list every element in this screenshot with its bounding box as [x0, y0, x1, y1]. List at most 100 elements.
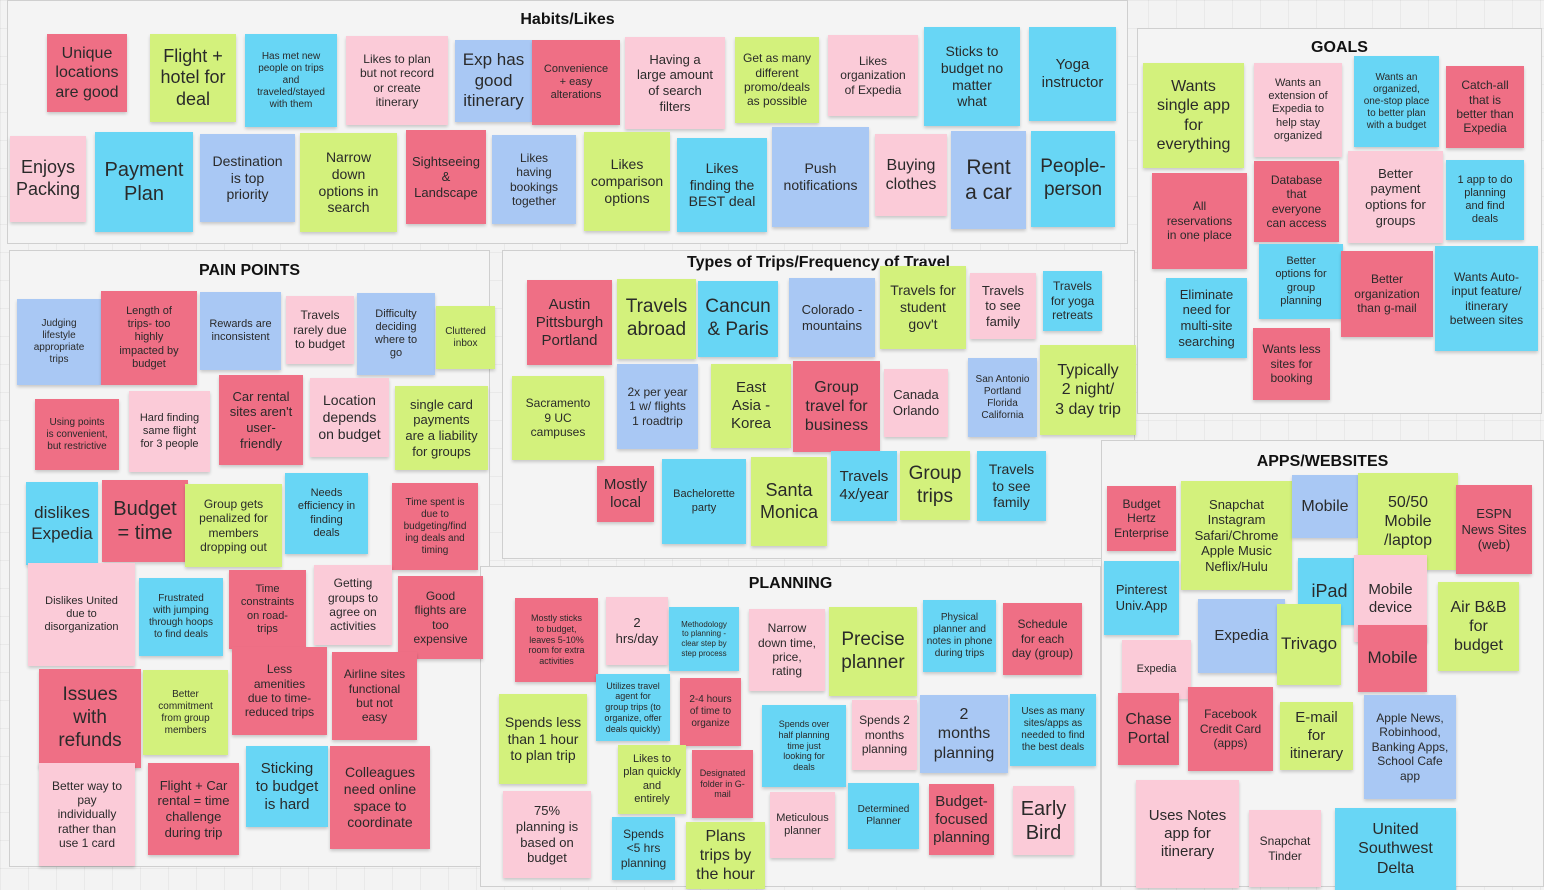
sticky-note-dislikes-united-due-to-disorganization[interactable]: Dislikes United due to disorganization	[28, 563, 135, 666]
sticky-note-exp-has-good-itinerary[interactable]: Exp has good itinerary	[455, 40, 532, 122]
sticky-note-time-spent-is-due-to-budgeting-find-ing-[interactable]: Time spent is due to budgeting/find ing …	[392, 483, 478, 570]
sticky-note-plans-trips-by-the-hour[interactable]: Plans trips by the hour	[686, 822, 765, 889]
sticky-note-trivago[interactable]: Trivago	[1277, 604, 1341, 685]
sticky-note-likes-organization-of-expedia[interactable]: Likes organization of Expedia	[828, 35, 918, 116]
sticky-note-typically-2-night-3-day-trip[interactable]: Typically 2 night/ 3 day trip	[1040, 345, 1136, 435]
sticky-note-wants-single-app-for-everything[interactable]: Wants single app for everything	[1143, 63, 1244, 168]
sticky-note-judging-lifestyle-appropriate-trips[interactable]: Judging lifestyle appropriate trips	[17, 299, 101, 385]
sticky-note-using-points-is-convenient-but-restricti[interactable]: Using points is convenient, but restrict…	[35, 399, 119, 470]
sticky-note-less-amenities-due-to-time-reduced-trips[interactable]: Less amenities due to time- reduced trip…	[232, 647, 327, 735]
sticky-note-austin-pittsburgh-portland[interactable]: Austin Pittsburgh Portland	[527, 280, 612, 365]
sticky-note-all-reservations-in-one-place[interactable]: All reservations in one place	[1152, 173, 1247, 269]
sticky-note-budget-time[interactable]: Budget = time	[102, 480, 188, 562]
sticky-note-espn-news-sites-web[interactable]: ESPN News Sites (web)	[1456, 485, 1532, 574]
sticky-note-likes-comparison-options[interactable]: Likes comparison options	[584, 132, 670, 231]
sticky-note-better-options-for-group-planning[interactable]: Better options for group planning	[1259, 244, 1343, 319]
sticky-note-has-met-new-people-on-trips-and-traveled[interactable]: Has met new people on trips and traveled…	[245, 34, 337, 127]
sticky-note-designated-folder-in-g-mail[interactable]: Designated folder in G- mail	[692, 750, 753, 818]
sticky-note-payment-plan[interactable]: Payment Plan	[95, 132, 193, 232]
sticky-note-travels-abroad[interactable]: Travels abroad	[617, 279, 696, 359]
sticky-note-schedule-for-each-day-group[interactable]: Schedule for each day (group)	[1003, 603, 1082, 675]
sticky-note-enjoys-packing[interactable]: Enjoys Packing	[10, 136, 86, 222]
sticky-note-likes-finding-the-best-deal[interactable]: Likes finding the BEST deal	[677, 138, 767, 232]
sticky-note-better-way-to-pay-individually-rather-th[interactable]: Better way to pay individually rather th…	[39, 763, 135, 866]
sticky-note-mobile[interactable]: Mobile	[1358, 625, 1427, 692]
sticky-note-methodology-to-planning-clear-step-by-st[interactable]: Methodology to planning - clear step by …	[669, 607, 739, 671]
sticky-note-facebook-credit-card-apps[interactable]: Facebook Credit Card (apps)	[1188, 687, 1273, 771]
sticky-note-physical-planner-and-notes-in-phone-duri[interactable]: Physical planner and notes in phone duri…	[923, 600, 996, 672]
sticky-note-likes-to-plan-but-not-record-or-create-i[interactable]: Likes to plan but not record or create i…	[346, 36, 448, 125]
sticky-note-travels-to-see-family[interactable]: Travels to see family	[977, 451, 1046, 521]
sticky-note-narrow-down-options-in-search[interactable]: Narrow down options in search	[300, 133, 397, 232]
sticky-note-uses-notes-app-for-itinerary[interactable]: Uses Notes app for itinerary	[1136, 780, 1239, 888]
sticky-note-colleagues-need-online-space-to-coordina[interactable]: Colleagues need online space to coordina…	[330, 746, 430, 849]
sticky-note-travels-for-yoga-retreats[interactable]: Travels for yoga retreats	[1043, 271, 1102, 331]
sticky-note-travels-to-see-family[interactable]: Travels to see family	[970, 273, 1036, 339]
sticky-note-spends-2-months-planning[interactable]: Spends 2 months planning	[852, 700, 917, 770]
sticky-note-single-card-payments-are-a-liability-for[interactable]: single card payments are a liability for…	[395, 386, 488, 470]
sticky-note-rent-a-car[interactable]: Rent a car	[951, 131, 1026, 229]
sticky-note-east-asia-korea[interactable]: East Asia - Korea	[711, 364, 791, 448]
sticky-note-mostly-local[interactable]: Mostly local	[597, 466, 654, 522]
sticky-note-group-gets-penalized-for-members-droppin[interactable]: Group gets penalized for members droppin…	[185, 484, 282, 567]
sticky-note-pinterest-univ-app[interactable]: Pinterest Univ.App	[1104, 561, 1179, 635]
sticky-note-buying-clothes[interactable]: Buying clothes	[875, 134, 947, 216]
sticky-note-destination-is-top-priority[interactable]: Destination is top priority	[200, 134, 295, 222]
sticky-note-hard-finding-same-flight-for-3-people[interactable]: Hard finding same flight for 3 people	[129, 391, 210, 472]
sticky-note-narrow-down-time-price-rating[interactable]: Narrow down time, price, rating	[749, 609, 825, 691]
sticky-note-expedia[interactable]: Expedia	[1198, 599, 1285, 673]
sticky-note-time-constraints-on-road-trips[interactable]: Time constraints on road- trips	[229, 570, 306, 649]
sticky-note-length-of-trips-too-highly-impacted-by-b[interactable]: Length of trips- too highly impacted by …	[101, 291, 197, 385]
sticky-note-canada-orlando[interactable]: Canada Orlando	[884, 369, 948, 437]
sticky-note-better-payment-options-for-groups[interactable]: Better payment options for groups	[1348, 151, 1443, 243]
sticky-note-expedia[interactable]: Expedia	[1122, 640, 1191, 699]
sticky-note-spends-over-half-planning-time-just-look[interactable]: Spends over half planning time just look…	[762, 705, 846, 787]
sticky-note-budget-focused-planning[interactable]: Budget- focused planning	[929, 784, 994, 855]
sticky-note-bachelorette-party[interactable]: Bachelorette party	[662, 459, 746, 544]
sticky-note-group-trips[interactable]: Group trips	[900, 451, 970, 520]
sticky-note-united-southwest-delta[interactable]: United Southwest Delta	[1335, 808, 1456, 890]
sticky-note-airline-sites-functional-but-not-easy[interactable]: Airline sites functional but not easy	[332, 652, 417, 740]
sticky-note-group-travel-for-business[interactable]: Group travel for business	[793, 361, 880, 452]
sticky-note-likes-to-plan-quickly-and-entirely[interactable]: Likes to plan quickly and entirely	[618, 745, 686, 814]
sticky-note-flight-hotel-for-deal[interactable]: Flight + hotel for deal	[150, 34, 236, 122]
sticky-note-1-app-to-do-planning-and-find-deals[interactable]: 1 app to do planning and find deals	[1446, 160, 1524, 240]
sticky-note-san-antonio-portland-florida-california[interactable]: San Antonio Portland Florida California	[968, 358, 1037, 437]
sticky-note-precise-planner[interactable]: Precise planner	[829, 607, 917, 696]
whiteboard-canvas[interactable]: Habits/Likes GOALS PAIN POINTS Types of Tri…	[0, 0, 1544, 890]
sticky-note-sightseeing-landscape[interactable]: Sightseeing & Landscape	[406, 130, 486, 224]
sticky-note-flight-car-rental-time-challenge-during-[interactable]: Flight + Car rental = time challenge dur…	[148, 763, 239, 855]
sticky-note-uses-as-many-sites-apps-as-needed-to-fin[interactable]: Uses as many sites/apps as needed to fin…	[1010, 694, 1096, 766]
sticky-note-convenience-easy-alterations[interactable]: Convenience + easy alterations	[532, 40, 620, 125]
sticky-note-sticks-to-budget-no-matter-what[interactable]: Sticks to budget no matter what	[924, 27, 1020, 126]
sticky-note-early-bird[interactable]: Early Bird	[1013, 786, 1074, 855]
sticky-note-yoga-instructor[interactable]: Yoga instructor	[1029, 27, 1116, 121]
sticky-note-mobile[interactable]: Mobile	[1292, 475, 1358, 538]
sticky-note-travels-rarely-due-to-budget[interactable]: Travels rarely due to budget	[286, 296, 354, 364]
sticky-note-issues-with-refunds[interactable]: Issues with refunds	[39, 669, 141, 768]
sticky-note-frustrated-with-jumping-through-hoops-to[interactable]: Frustrated with jumping through hoops to…	[139, 578, 223, 656]
sticky-note-push-notifications[interactable]: Push notifications	[772, 127, 869, 227]
sticky-note-colorado-mountains[interactable]: Colorado - mountains	[789, 278, 875, 357]
sticky-note-snapchat-instagram-safari-chrome-apple-m[interactable]: Snapchat Instagram Safari/Chrome Apple M…	[1181, 481, 1292, 590]
sticky-note-sacramento-9-uc-campuses[interactable]: Sacramento 9 UC campuses	[512, 376, 604, 460]
sticky-note-likes-having-bookings-together[interactable]: Likes having bookings together	[492, 135, 576, 224]
sticky-note-chase-portal[interactable]: Chase Portal	[1118, 693, 1179, 765]
sticky-note-e-mail-for-itinerary[interactable]: E-mail for itinerary	[1280, 702, 1353, 770]
sticky-note-2x-per-year-1-w-flights-1-roadtrip[interactable]: 2x per year 1 w/ flights 1 roadtrip	[617, 364, 698, 449]
sticky-note-75-planning-is-based-on-budget[interactable]: 75% planning is based on budget	[503, 791, 591, 878]
sticky-note-meticulous-planner[interactable]: Meticulous planner	[770, 792, 835, 858]
sticky-note-budget-hertz-enterprise[interactable]: Budget Hertz Enterprise	[1107, 486, 1176, 551]
sticky-note-needs-efficiency-in-finding-deals[interactable]: Needs efficiency in finding deals	[285, 473, 368, 554]
sticky-note-wants-an-organized-one-stop-place-to-bet[interactable]: Wants an organized, one-stop place to be…	[1354, 56, 1439, 147]
sticky-note-2-4-hours-of-time-to-organize[interactable]: 2-4 hours of time to organize	[680, 678, 741, 746]
sticky-note-apple-news-robinhood-banking-apps-school[interactable]: Apple News, Robinhood, Banking Apps, Sch…	[1364, 695, 1456, 799]
sticky-note-car-rental-sites-aren-t-user-friendly[interactable]: Car rental sites aren't user- friendly	[219, 375, 303, 465]
sticky-note-good-flights-are-too-expensive[interactable]: Good flights are too expensive	[398, 576, 483, 659]
sticky-note-wants-less-sites-for-booking[interactable]: Wants less sites for booking	[1253, 328, 1330, 400]
sticky-note-cancun-paris[interactable]: Cancun & Paris	[698, 281, 778, 357]
sticky-note-dislikes-expedia[interactable]: dislikes Expedia	[26, 482, 98, 565]
sticky-note-having-a-large-amount-of-search-filters[interactable]: Having a large amount of search filters	[625, 37, 725, 129]
sticky-note-unique-locations-are-good[interactable]: Unique locations are good	[47, 34, 127, 112]
sticky-note-database-that-everyone-can-access[interactable]: Database that everyone can access	[1254, 161, 1339, 242]
